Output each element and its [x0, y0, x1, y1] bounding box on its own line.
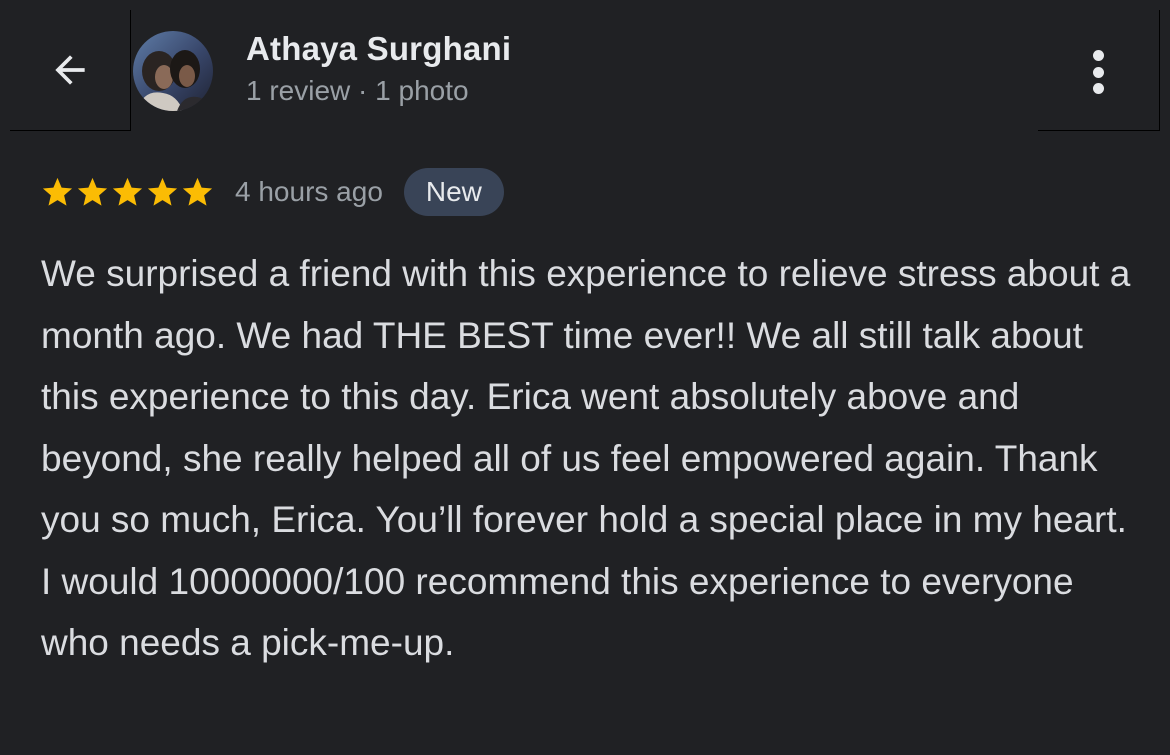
back-button[interactable] — [40, 40, 100, 100]
star-icon — [147, 177, 178, 206]
star-icon — [182, 177, 213, 206]
star-icon — [112, 177, 143, 206]
author-avatar[interactable] — [133, 31, 213, 111]
author-name[interactable]: Athaya Surghani — [246, 30, 511, 68]
more-vert-icon-dot — [1092, 66, 1104, 78]
star-rating — [40, 175, 215, 210]
review-time: 4 hours ago — [235, 176, 383, 207]
new-badge: New — [403, 168, 504, 216]
more-vert-icon — [1092, 50, 1104, 61]
review-text: We surprised a friend with this experien… — [41, 253, 1131, 663]
star-icon — [42, 177, 73, 206]
rating-row: 4 hours ago New — [40, 166, 504, 218]
header-right-divider — [1038, 130, 1160, 131]
header-right-edge — [1159, 10, 1160, 131]
author-meta: 1 review · 1 photo — [246, 75, 469, 106]
more-vert-icon-dot — [1092, 83, 1104, 94]
more-options-button[interactable] — [1078, 46, 1118, 98]
arrow-left-icon — [55, 55, 85, 85]
star-icon — [77, 177, 108, 206]
avatar-photo — [133, 31, 213, 111]
